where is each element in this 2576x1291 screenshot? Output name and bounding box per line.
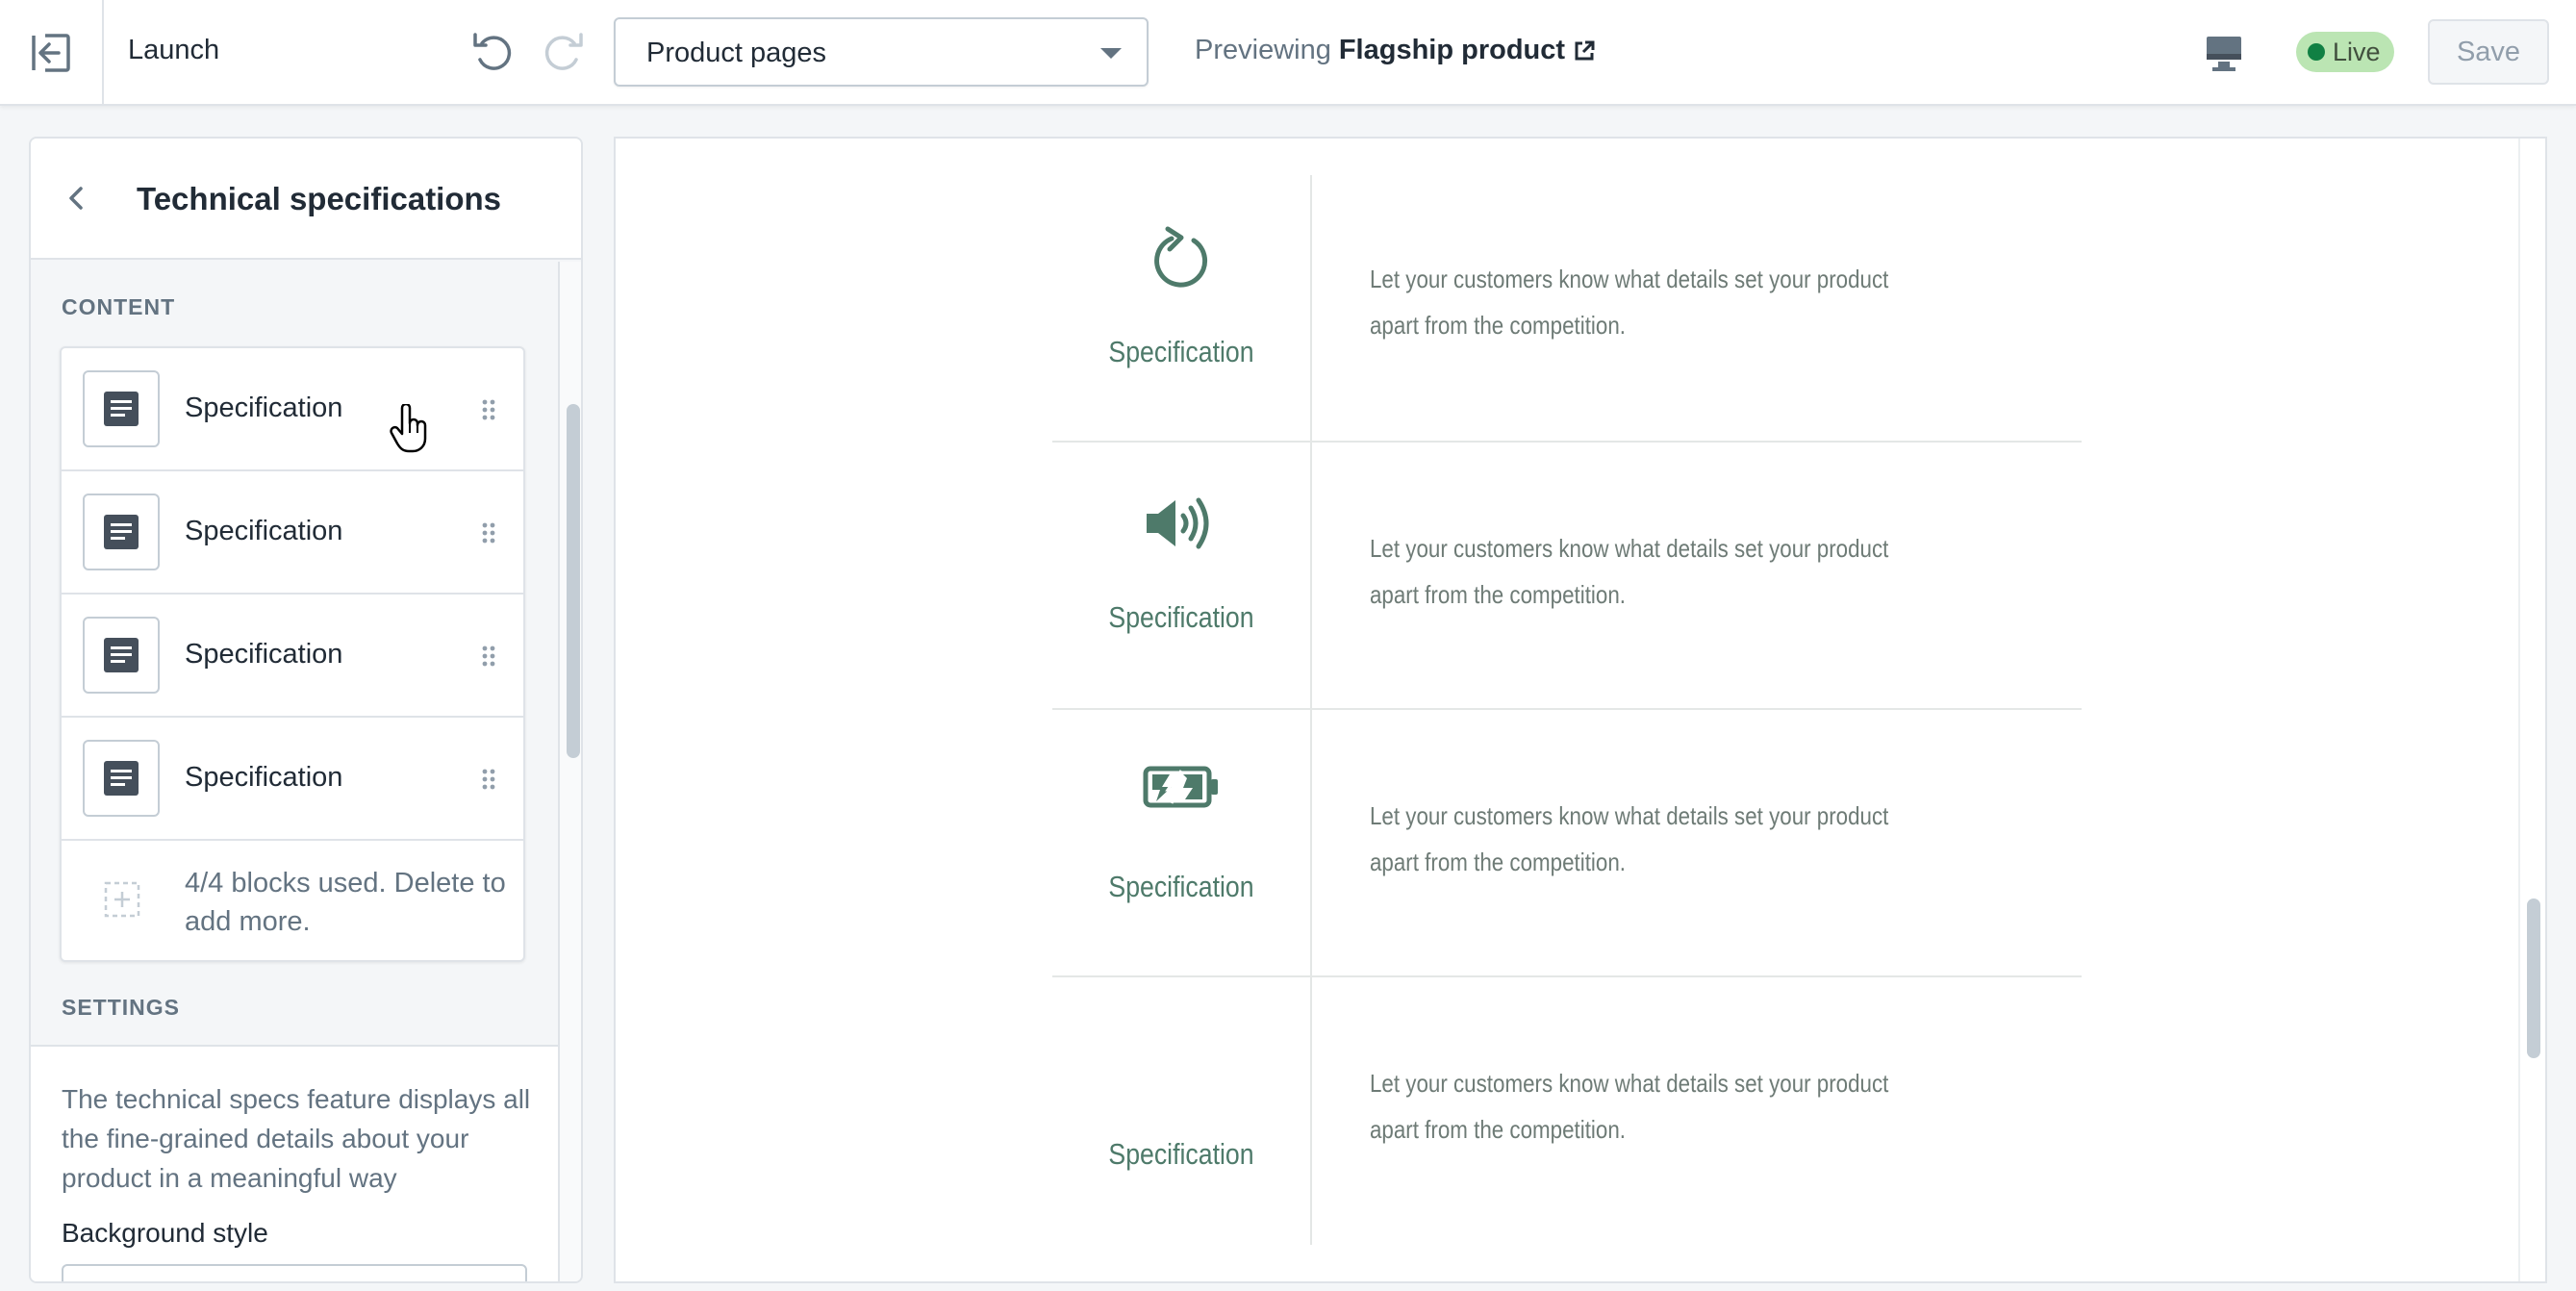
page-type-value: Product pages [646, 38, 827, 68]
spec-name: Specification [1108, 870, 1254, 903]
block-item[interactable]: Specification [62, 348, 523, 471]
blocks-limit-text: 4/4 blocks used. Delete to add more. [185, 868, 506, 937]
save-button[interactable]: Save [2428, 19, 2549, 85]
row-divider [1310, 977, 1312, 1245]
spec-row[interactable]: Specification Let your customers know wh… [1052, 443, 2082, 710]
sidebar-scrollbar[interactable] [558, 262, 581, 1281]
block-list: Specification Specification Specificatio [60, 346, 525, 962]
speaker-icon [1143, 485, 1220, 562]
sidebar-panel: Technical specifications CONTENT Specifi… [29, 137, 583, 1283]
chevron-down-icon [1100, 48, 1122, 59]
status-badge-label: Live [2333, 37, 2381, 66]
previewing-prefix: Previewing [1195, 35, 1331, 65]
spec-row[interactable]: Specification Let your customers know wh… [1052, 710, 2082, 977]
drag-handle-icon[interactable] [481, 645, 496, 668]
undo-icon [473, 33, 512, 70]
external-link-icon[interactable] [1573, 39, 1596, 63]
spec-name: Specification [1108, 600, 1254, 634]
block-item[interactable]: Specification [62, 595, 523, 718]
block-label: Specification [185, 762, 343, 793]
spec-row[interactable]: Specification Let your customers know wh… [1052, 175, 2082, 443]
spec-name: Specification [1108, 1137, 1254, 1171]
theme-name: Launch [128, 35, 220, 65]
spec-description: Let your customers know what details set… [1370, 1069, 1889, 1144]
block-item[interactable]: Specification [62, 718, 523, 841]
previewing-info: Previewing Flagship product [1195, 35, 1596, 66]
status-badge: Live [2296, 32, 2394, 72]
content-section-label: CONTENT [62, 294, 176, 319]
spec-name: Specification [1108, 335, 1254, 368]
sidebar-scrollbar-thumb[interactable] [567, 404, 580, 758]
block-label: Specification [185, 516, 343, 546]
hand-cursor-icon [390, 404, 427, 453]
spec-description: Let your customers know what details set… [1370, 534, 1889, 609]
battery-charging-icon [1143, 748, 1220, 825]
row-divider [1310, 710, 1312, 975]
spec-description: Let your customers know what details set… [1370, 265, 1889, 340]
drag-handle-icon[interactable] [481, 521, 496, 544]
text-block-icon [83, 370, 160, 447]
text-block-icon [83, 494, 160, 570]
settings-section-label: SETTINGS [62, 995, 181, 1020]
refresh-icon [1143, 221, 1220, 298]
storefront-preview: Specification Let your customers know wh… [614, 137, 2547, 1283]
chevron-left-icon [69, 187, 83, 210]
settings-panel: The technical specs feature displays all… [31, 1045, 558, 1281]
live-status-dot [2308, 43, 2325, 61]
exit-icon [32, 34, 70, 72]
redo-icon [544, 33, 583, 70]
section-title: Technical specifications [137, 181, 502, 216]
desktop-icon [2207, 37, 2241, 71]
undo-button[interactable] [469, 29, 516, 75]
block-label: Specification [185, 392, 343, 423]
back-button[interactable] [58, 179, 96, 217]
device-preview-button[interactable] [2203, 29, 2245, 75]
row-divider [1310, 175, 1312, 441]
add-block-icon [104, 881, 140, 918]
blocks-limit-notice: 4/4 blocks used. Delete to add more. [62, 841, 523, 960]
redo-button[interactable] [541, 29, 587, 75]
preview-scrollbar-thumb[interactable] [2527, 899, 2540, 1058]
spec-description: Let your customers know what details set… [1370, 801, 1889, 876]
tech-specs-table: Specification Let your customers know wh… [1052, 175, 2082, 1245]
drag-handle-icon[interactable] [481, 768, 496, 791]
block-label: Specification [185, 639, 343, 670]
block-item[interactable]: Specification [62, 471, 523, 595]
page-type-select[interactable]: Product pages [614, 17, 1149, 87]
sidebar-header: Technical specifications [31, 139, 581, 260]
preview-scrollbar[interactable] [2518, 139, 2545, 1281]
settings-description: The technical specs feature displays all… [62, 1084, 531, 1193]
background-style-select[interactable] [62, 1264, 527, 1281]
text-block-icon [83, 617, 160, 694]
exit-editor-button[interactable] [0, 0, 104, 106]
previewing-product-link[interactable]: Flagship product [1339, 35, 1565, 66]
drag-handle-icon[interactable] [481, 398, 496, 421]
top-bar: Launch Product pages Previewing Flagship… [0, 0, 2576, 106]
text-block-icon [83, 740, 160, 817]
row-divider [1310, 443, 1312, 708]
background-style-label: Background style [62, 1218, 268, 1248]
spec-row[interactable]: Specification Let your customers know wh… [1052, 977, 2082, 1245]
